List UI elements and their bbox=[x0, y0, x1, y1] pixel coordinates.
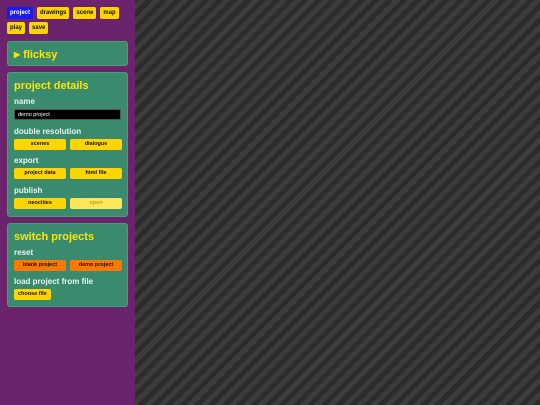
nav-tab-map[interactable]: map bbox=[100, 7, 119, 19]
export-project-data-button[interactable]: project data bbox=[14, 168, 66, 179]
name-label: name bbox=[14, 97, 35, 106]
project-details-title: project details bbox=[14, 80, 89, 92]
sidebar: project drawings scene map play save ▶ fl… bbox=[0, 0, 135, 405]
choose-file-button[interactable]: choose file bbox=[14, 289, 51, 300]
publish-neocities-button[interactable]: neocities bbox=[14, 198, 66, 209]
flicksy-title: flicksy bbox=[23, 49, 58, 61]
scene-canvas[interactable] bbox=[135, 0, 540, 405]
project-details-panel: project details name double resolution s… bbox=[7, 72, 128, 217]
flicksy-panel-header[interactable]: ▶ flicksy bbox=[14, 48, 57, 62]
export-label: export bbox=[14, 156, 39, 165]
switch-projects-title: switch projects bbox=[14, 231, 95, 243]
export-html-file-button[interactable]: html file bbox=[70, 168, 122, 179]
nav-tab-scene[interactable]: scene bbox=[73, 7, 97, 19]
nav-tab-save[interactable]: save bbox=[29, 22, 49, 34]
project-name-input[interactable] bbox=[14, 109, 121, 120]
double-resolution-label: double resolution bbox=[14, 127, 82, 136]
load-project-label: load project from file bbox=[14, 277, 94, 286]
publish-label: publish bbox=[14, 186, 43, 195]
nav-tab-project[interactable]: project bbox=[7, 7, 34, 19]
nav-row-primary: project drawings scene map bbox=[7, 7, 119, 19]
nav-tab-play[interactable]: play bbox=[7, 22, 26, 34]
double-res-scenes-button[interactable]: scenes bbox=[14, 139, 66, 150]
double-res-dialogue-button[interactable]: dialogue bbox=[70, 139, 122, 150]
switch-projects-panel: switch projects reset blank project demo… bbox=[7, 223, 128, 307]
flicksy-panel[interactable]: ▶ flicksy bbox=[7, 41, 128, 66]
reset-demo-project-button[interactable]: demo project bbox=[70, 260, 122, 271]
publish-open-button: open bbox=[70, 198, 122, 209]
reset-label: reset bbox=[14, 248, 34, 257]
nav-tab-drawings[interactable]: drawings bbox=[37, 7, 70, 19]
expand-arrow-icon: ▶ bbox=[14, 50, 21, 59]
nav-row-secondary: play save bbox=[7, 22, 49, 34]
reset-blank-project-button[interactable]: blank project bbox=[14, 260, 66, 271]
